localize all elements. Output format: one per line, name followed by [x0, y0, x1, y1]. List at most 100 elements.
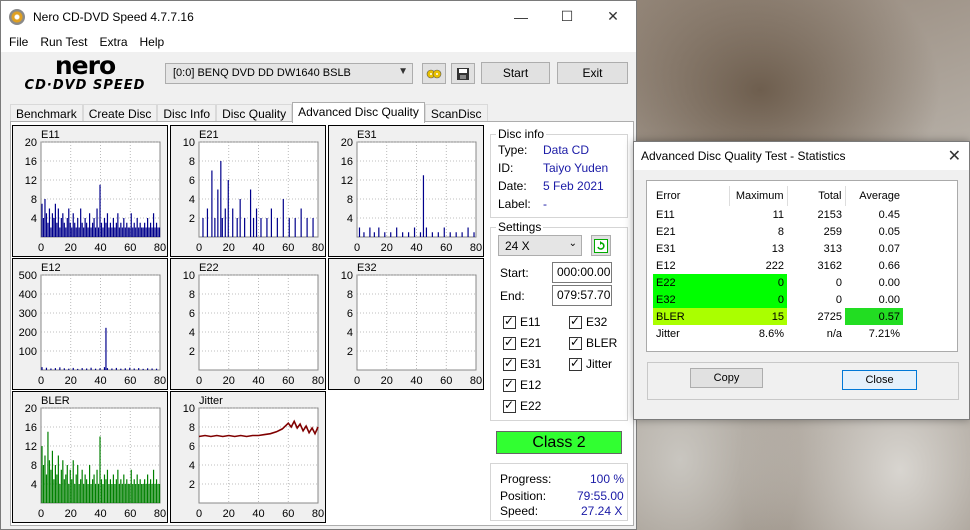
table-row: E21 8 259 0.05: [653, 223, 903, 240]
floppy-icon: [457, 67, 469, 80]
checkbox-label: E22: [520, 399, 542, 413]
checkbox-icon: [503, 356, 516, 371]
y-tick-label: 8: [189, 289, 195, 301]
y-tick-label: 6: [189, 308, 195, 320]
chart-title: E31: [357, 129, 377, 141]
checkbox-e22[interactable]: E22: [503, 398, 542, 413]
error-cell: E32: [653, 291, 729, 308]
x-tick-label: 0: [196, 508, 202, 520]
table-row: E12 222 3162 0.66: [653, 257, 903, 274]
refresh-speed-button[interactable]: [591, 235, 611, 256]
total-cell: 0: [835, 276, 842, 289]
chart-e32: 10 8 6 4 2 0 20 40 60 80 E32: [328, 258, 484, 390]
error-cell: E11: [656, 208, 675, 221]
header-maximum: Maximum: [729, 186, 788, 206]
close-icon[interactable]: ✕: [948, 146, 961, 166]
x-tick-label: 0: [38, 242, 44, 254]
close-icon[interactable]: ✕: [590, 1, 636, 32]
table-row: E32 0 0 0.00: [653, 291, 903, 308]
drive-info-button[interactable]: [422, 63, 446, 84]
checkbox-e11[interactable]: E11: [503, 314, 540, 329]
checkbox-icon: [569, 335, 582, 350]
window-controls: — ☐ ✕: [498, 1, 636, 32]
error-cell: Jitter: [656, 327, 680, 340]
x-tick-label: 80: [154, 242, 166, 254]
y-tick-label: 16: [25, 422, 37, 434]
maximize-icon[interactable]: ☐: [544, 1, 590, 32]
checkbox-e21[interactable]: E21: [503, 335, 541, 350]
checkbox-icon: [503, 398, 516, 413]
x-tick-label: 20: [223, 375, 235, 387]
menu-extra[interactable]: Extra: [93, 35, 133, 49]
save-button[interactable]: [451, 63, 475, 84]
checkbox-e31[interactable]: E31: [503, 356, 541, 371]
x-tick-label: 80: [470, 242, 482, 254]
title-bar[interactable]: Nero CD-DVD Speed 4.7.7.16 — ☐ ✕: [1, 1, 636, 32]
disc-type-label: Type:: [498, 143, 528, 157]
average-cell: 0.57: [845, 308, 903, 325]
total-cell: 0: [835, 293, 842, 306]
disc-id-value: Taiyo Yuden: [543, 161, 609, 175]
tab-advanced-disc-quality[interactable]: Advanced Disc Quality: [292, 102, 425, 123]
statistics-title-bar[interactable]: Advanced Disc Quality Test - Statistics …: [634, 142, 969, 170]
statistics-table-body: E11 11 2153 0.45 E21 8 259 0.05 E31 13 313 0.07 E12 2…: [653, 206, 903, 342]
checkbox-bler[interactable]: BLER: [569, 335, 617, 350]
menu-help[interactable]: Help: [134, 35, 171, 49]
app-disc-icon: [9, 8, 25, 25]
chart-svg: 201612840 20 40 60 80E31: [341, 129, 482, 254]
y-tick-label: 12: [341, 175, 353, 187]
chart-e31: 20 16 12 8 4 0 20 40 60 80 E31: [328, 125, 484, 257]
x-tick-label: 60: [440, 375, 452, 387]
y-tick-label: 200: [19, 327, 37, 339]
start-field[interactable]: 000:00.00: [552, 262, 612, 283]
y-tick-label: 4: [189, 460, 195, 472]
disc-label-label: Label:: [498, 197, 531, 211]
y-tick-label: 8: [189, 422, 195, 434]
y-tick-label: 8: [347, 289, 353, 301]
plot-area: [198, 274, 319, 371]
checkbox-label: Jitter: [586, 357, 613, 371]
y-tick-label: 4: [31, 479, 37, 491]
total-cell: 259: [823, 225, 842, 238]
x-tick-label: 80: [312, 375, 324, 387]
x-tick-label: 0: [38, 508, 44, 520]
chart-e21: 10 8 6 4 2 0 20 40 60 80 E21: [170, 125, 326, 257]
drive-select[interactable]: [0:0] BENQ DVD DD DW1640 BSLB ▼: [165, 63, 413, 84]
close-button[interactable]: Close: [842, 370, 917, 390]
y-tick-label: 100: [19, 346, 37, 358]
y-tick-label: 6: [189, 441, 195, 453]
checkbox-icon: [503, 314, 516, 329]
average-cell: 0.07: [878, 242, 900, 255]
disc-date-label: Date:: [498, 179, 527, 193]
menu-file[interactable]: File: [3, 35, 34, 49]
menu-run-test[interactable]: Run Test: [34, 35, 93, 49]
average-cell: 0.05: [878, 225, 900, 238]
x-tick-label: 40: [94, 242, 106, 254]
maximum-cell: 0: [729, 291, 787, 308]
start-button[interactable]: Start: [481, 62, 550, 84]
class-badge: Class 2: [496, 431, 622, 454]
y-tick-label: 10: [341, 270, 353, 282]
exit-button[interactable]: Exit: [557, 62, 628, 84]
average-cell: 0.66: [878, 259, 900, 272]
speed-select[interactable]: 24 X ⌄: [498, 235, 582, 256]
maximum-cell: 8: [777, 225, 784, 238]
error-cell: E12: [656, 259, 676, 272]
table-row: Jitter 8.6% n/a 7.21%: [653, 325, 903, 342]
x-tick-label: 40: [252, 242, 264, 254]
checkbox-e12[interactable]: E12: [503, 377, 541, 392]
maximum-cell: 0: [729, 274, 787, 291]
y-tick-label: 2: [189, 346, 195, 358]
y-tick-label: 20: [25, 403, 37, 415]
y-tick-label: 12: [25, 441, 37, 453]
checkbox-jitter[interactable]: Jitter: [569, 356, 613, 371]
checkbox-e32[interactable]: E32: [569, 314, 607, 329]
chart-bler: 20 16 12 8 4 0 20 40 60 80 BLER: [12, 391, 168, 523]
table-header-row: Error Maximum Total Average: [653, 186, 903, 206]
copy-button[interactable]: Copy: [690, 368, 763, 388]
logo-line1: nero: [54, 51, 116, 80]
speed-label: Speed:: [500, 504, 539, 518]
minimize-icon[interactable]: —: [498, 1, 544, 32]
y-tick-label: 2: [189, 213, 195, 225]
end-field[interactable]: 079:57.70: [552, 285, 612, 306]
